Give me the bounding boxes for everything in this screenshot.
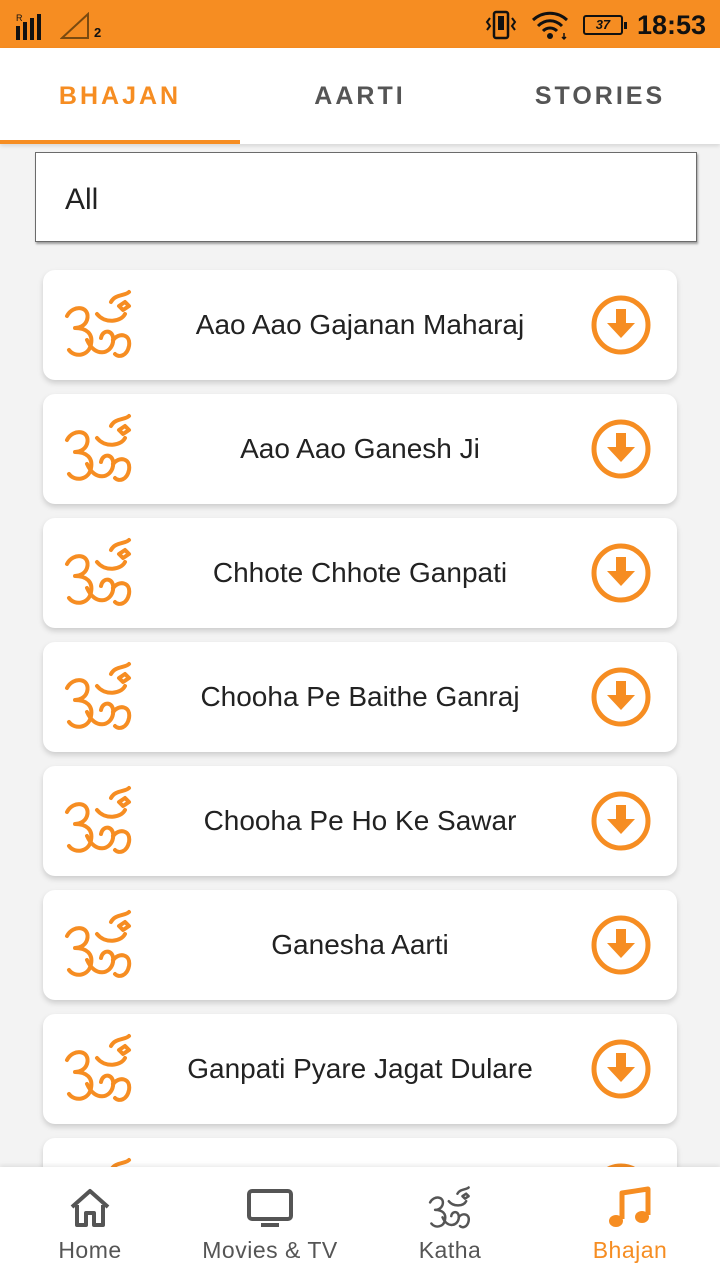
list-item[interactable]: Chooha Pe Baithe Ganraj xyxy=(43,642,677,752)
home-icon xyxy=(70,1189,110,1227)
list-item[interactable]: Aao Aao Gajanan Maharaj xyxy=(43,270,677,380)
item-title: Chooha Pe Ho Ke Sawar xyxy=(203,805,517,836)
tab-stories[interactable]: STORIES xyxy=(480,48,720,144)
nav-bhajan-label: Bhajan xyxy=(592,1237,668,1263)
item-title: Chhote Chhote Ganpati xyxy=(212,557,508,588)
item-title: Aao Aao Ganesh Ji xyxy=(240,433,480,464)
download-icon[interactable] xyxy=(591,667,651,727)
list-item[interactable]: Aao Aao Ganesh Ji xyxy=(43,394,677,504)
tv-icon xyxy=(247,1189,293,1227)
download-icon[interactable] xyxy=(591,419,651,479)
nav-katha[interactable]: Katha xyxy=(360,1167,540,1280)
download-icon[interactable] xyxy=(591,295,651,355)
download-icon[interactable] xyxy=(591,791,651,851)
nav-movies-tv-label: Movies & TV xyxy=(202,1237,338,1263)
bottom-navigation: Home Movies & TV Katha Bhajan xyxy=(0,1167,720,1280)
om-icon xyxy=(426,1185,474,1231)
filter-selected-value: All xyxy=(65,183,99,216)
tab-bar: BHAJAN AARTI STORIES xyxy=(0,48,720,144)
battery-icon: 37 xyxy=(582,15,627,35)
tab-aarti[interactable]: AARTI xyxy=(240,48,480,144)
empty-signal-icon xyxy=(59,11,89,39)
list-item[interactable]: Ganpati Pyare Jagat Dulare xyxy=(43,1014,677,1124)
status-right: 37 18:53 xyxy=(485,8,706,42)
item-title: Ganpati Pyare Jagat Dulare xyxy=(187,1053,533,1084)
list-item[interactable]: Chooha Pe Ho Ke Sawar xyxy=(43,766,677,876)
tab-bhajan[interactable]: BHAJAN xyxy=(0,48,240,144)
item-title: Chooha Pe Baithe Ganraj xyxy=(200,681,520,712)
download-icon[interactable] xyxy=(591,543,651,603)
status-clock: 18:53 xyxy=(636,9,706,40)
category-filter-dropdown[interactable]: All xyxy=(35,152,697,242)
wifi-icon xyxy=(531,11,568,41)
nav-home-label: Home xyxy=(58,1237,122,1263)
om-icon xyxy=(63,660,135,734)
list-item[interactable]: Chhote Chhote Ganpati xyxy=(43,518,677,628)
signal-icon: R xyxy=(16,13,41,40)
sim2-signal: 2 xyxy=(59,11,106,40)
item-title: Ganesha Aarti xyxy=(271,929,449,960)
status-bar: R 2 37 18:53 xyxy=(0,0,720,48)
om-icon xyxy=(63,412,135,486)
om-icon xyxy=(63,908,135,982)
om-icon xyxy=(63,536,135,610)
nav-movies-tv[interactable]: Movies & TV xyxy=(180,1167,360,1280)
network-label: R xyxy=(16,13,23,23)
nav-bhajan[interactable]: Bhajan xyxy=(540,1167,720,1280)
om-icon xyxy=(63,1032,135,1106)
vibrate-icon xyxy=(485,10,517,40)
active-tab-indicator xyxy=(0,140,240,144)
item-title: Aao Aao Gajanan Maharaj xyxy=(195,309,525,340)
download-icon[interactable] xyxy=(591,1039,651,1099)
status-left: R 2 xyxy=(14,10,106,40)
nav-home[interactable]: Home xyxy=(0,1167,180,1280)
sim-slot-number: 2 xyxy=(94,25,102,40)
download-icon[interactable] xyxy=(591,915,651,975)
music-note-icon xyxy=(609,1186,651,1227)
nav-katha-label: Katha xyxy=(418,1237,482,1263)
om-icon xyxy=(63,288,135,362)
om-icon xyxy=(63,784,135,858)
list-item[interactable]: Ganesha Aarti xyxy=(43,890,677,1000)
